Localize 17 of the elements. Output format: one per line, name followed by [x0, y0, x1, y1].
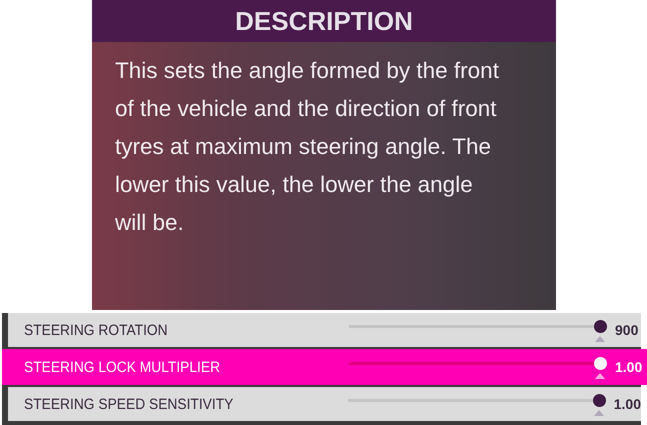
- setting-value: 900: [615, 322, 638, 338]
- setting-row[interactable]: STEERING LOCK MULTIPLIER 1.00: [2, 349, 647, 385]
- default-marker-icon: [594, 410, 604, 416]
- default-marker-icon: [595, 336, 605, 342]
- setting-label: STEERING SPEED SENSITIVITY: [24, 396, 234, 412]
- setting-value: 1.00: [615, 359, 642, 375]
- description-title: DESCRIPTION: [92, 0, 556, 42]
- setting-value: 1.00: [614, 396, 641, 412]
- default-marker-icon: [595, 373, 605, 379]
- slider-thumb[interactable]: [592, 394, 606, 407]
- setting-label: STEERING LOCK MULTIPLIER: [24, 358, 222, 376]
- slider-thumb[interactable]: [594, 320, 607, 333]
- setting-row[interactable]: STEERING SPEED SENSITIVITY 1.00: [8, 387, 641, 421]
- description-text: This sets the angle formed by the front of the vehicle and the direction of front tyres at maximum steering angle. The lower this value, the lower the angle will be.: [115, 57, 500, 237]
- setting-label: STEERING ROTATION: [24, 322, 169, 338]
- setting-row[interactable]: STEERING ROTATION 900: [8, 313, 641, 347]
- slider-thumb[interactable]: [594, 357, 607, 370]
